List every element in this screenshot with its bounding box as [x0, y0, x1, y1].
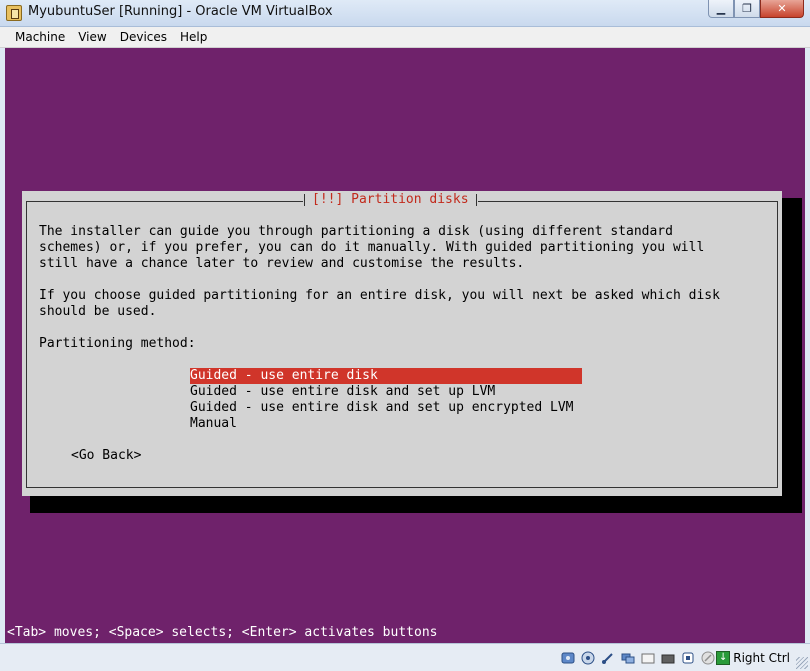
go-back-button[interactable]: <Go Back> — [71, 448, 141, 464]
menu-view[interactable]: View — [72, 27, 113, 47]
menu-devices[interactable]: Devices — [114, 27, 174, 47]
host-key-label: Right Ctrl — [733, 651, 790, 665]
restore-icon: ❐ — [742, 2, 752, 15]
intro-line-2: schemes) or, if you prefer, you can do i… — [39, 240, 705, 255]
option-guided-encrypted-lvm[interactable]: Guided - use entire disk and set up encr… — [190, 400, 582, 416]
resize-grip[interactable] — [796, 657, 808, 669]
virtualbox-icon — [6, 5, 22, 21]
option-guided-entire-disk[interactable]: Guided - use entire disk — [190, 368, 582, 384]
option-guided-lvm[interactable]: Guided - use entire disk and set up LVM — [190, 384, 582, 400]
menu-machine[interactable]: Machine — [9, 27, 72, 47]
shared-folders-icon[interactable] — [640, 650, 656, 666]
usb-icon[interactable] — [600, 650, 616, 666]
video-capture-icon[interactable] — [680, 650, 696, 666]
keyboard-help-line: <Tab> moves; <Space> selects; <Enter> ac… — [7, 625, 438, 640]
intro-line-3: still have a chance later to review and … — [39, 256, 525, 271]
window-titlebar: MyubuntuSer [Running] - Oracle VM Virtua… — [0, 0, 810, 27]
window-controls: ▁ ❐ ✕ — [708, 0, 804, 18]
close-icon: ✕ — [777, 2, 787, 15]
method-label: Partitioning method: — [39, 336, 196, 351]
window-title: MyubuntuSer [Running] - Oracle VM Virtua… — [28, 4, 333, 19]
menu-bar: Machine View Devices Help — [0, 27, 810, 48]
vm-screen[interactable]: [!!] Partition disks The installer can g… — [5, 48, 805, 643]
optical-drive-icon[interactable] — [580, 650, 596, 666]
menu-help[interactable]: Help — [174, 27, 214, 47]
host-key-arrow-icon: ↓ — [716, 651, 731, 665]
minimize-button[interactable]: ▁ — [708, 0, 734, 18]
dialog-title: [!!] Partition disks — [303, 192, 478, 208]
dialog-shadow-side — [781, 198, 802, 350]
option-manual[interactable]: Manual — [190, 416, 582, 432]
network-icon[interactable] — [620, 650, 636, 666]
display-icon[interactable] — [660, 650, 676, 666]
minimize-icon: ▁ — [716, 2, 726, 15]
mouse-integration-icon[interactable] — [700, 650, 716, 666]
guided-info-line-2: should be used. — [39, 304, 157, 319]
restore-button[interactable]: ❐ — [734, 0, 760, 18]
intro-line-1: The installer can guide you through part… — [39, 224, 673, 239]
partition-dialog: [!!] Partition disks The installer can g… — [22, 191, 782, 496]
vm-status-bar: ↓ Right Ctrl — [0, 643, 810, 671]
guided-info-line-1: If you choose guided partitioning for an… — [39, 288, 720, 303]
hard-disk-icon[interactable] — [560, 650, 576, 666]
close-button[interactable]: ✕ — [760, 0, 804, 18]
device-icons — [560, 650, 716, 666]
host-key-indicator: ↓ Right Ctrl — [716, 651, 790, 665]
